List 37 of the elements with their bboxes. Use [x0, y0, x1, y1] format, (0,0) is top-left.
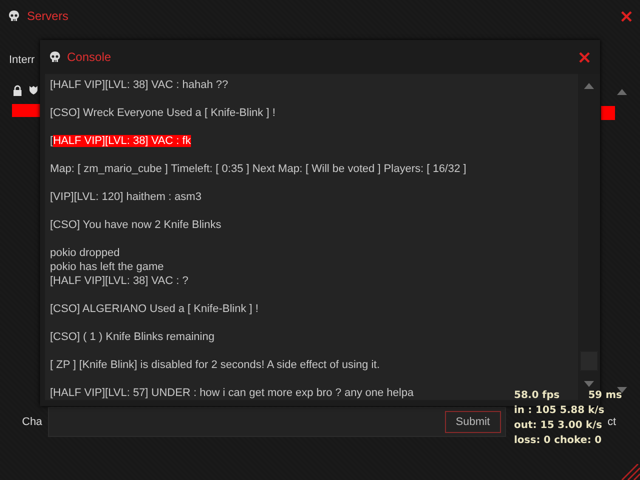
scroll-thumb[interactable]: [601, 106, 615, 120]
close-icon: [579, 52, 590, 62]
console-line: [VIP][LVL: 120] haithem : asm3: [50, 190, 202, 204]
console-line: pokio dropped: [50, 246, 120, 260]
window-title: Servers: [27, 9, 70, 23]
console-line: [CSO] ALGERIANO Used a [ Knife-Blink ] !: [50, 302, 258, 316]
console-line: pokio has left the game: [50, 260, 164, 274]
scroll-up-icon[interactable]: [584, 83, 594, 89]
tab-label[interactable]: Interr: [9, 54, 40, 68]
out-readout: out: 15 3.00 k/s: [514, 419, 602, 433]
submit-button[interactable]: Submit: [444, 411, 501, 433]
loss-readout: loss: 0 choke: 0: [514, 434, 602, 448]
lock-icon: [13, 84, 22, 96]
console-line: [CSO] ( 1 ) Knife Blinks remaining: [50, 330, 214, 344]
shield-icon: [29, 85, 38, 95]
close-button[interactable]: [579, 52, 590, 62]
skull-icon: [8, 10, 20, 22]
window-title: Console: [67, 50, 112, 64]
selected-row-bar[interactable]: [12, 104, 40, 117]
side-button[interactable]: ct: [605, 416, 618, 428]
close-icon: [621, 10, 632, 22]
console-line: Map: [ zm_mario_cube ] Timeleft: [ 0:35 ] Next Map: [ Will be voted ] Players: [ 16/32 ]: [50, 162, 466, 176]
scroll-up-icon[interactable]: [617, 89, 627, 95]
ping-readout: 59 ms: [588, 389, 622, 403]
in-readout: in : 105 5.88 k/s: [514, 404, 604, 418]
console-line: [HALF VIP][LVL: 38] VAC : hahah ??: [50, 78, 228, 92]
scroll-down-icon[interactable]: [617, 387, 627, 393]
console-line: [ ZP ] [Knife Blink] is disabled for 2 seconds! A side effect of using it.: [50, 358, 380, 372]
console-line: [CSO] Wreck Everyone Used a [ Knife-Blink ] !: [50, 106, 276, 120]
close-button[interactable]: [621, 10, 632, 22]
console-line: [HALF VIP][LVL: 57] UNDER : how i can get more exp bro ? any one helpa: [50, 386, 414, 400]
chat-input-field[interactable]: Submit: [48, 407, 506, 437]
console-line: [HALF VIP][LVL: 38] VAC : ?: [50, 274, 188, 288]
chat-label: Cha: [22, 416, 44, 428]
fps-readout: 58.0 fps: [514, 389, 560, 403]
console-line: [CSO] You have now 2 Knife Blinks: [50, 218, 222, 232]
skull-icon: [49, 51, 61, 63]
